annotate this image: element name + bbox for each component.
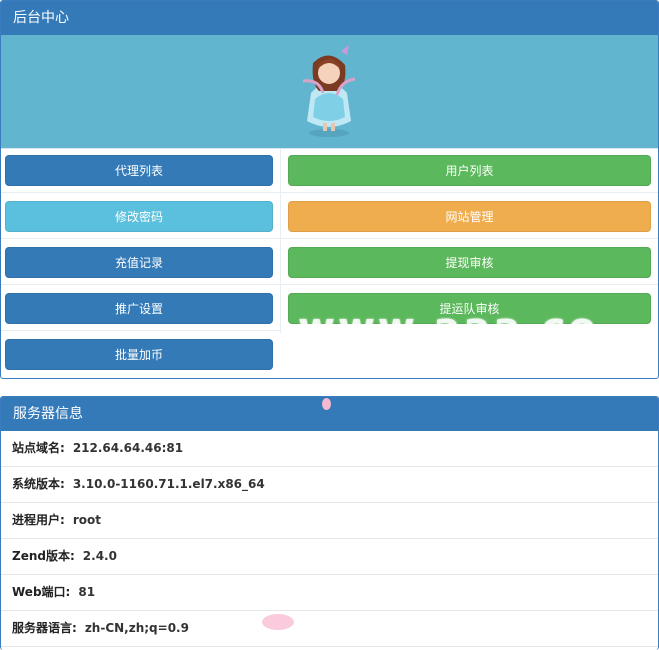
site-management-button[interactable]: 网站管理: [288, 201, 651, 232]
info-key: 系统版本:: [12, 477, 65, 491]
row-divider: [1, 330, 280, 331]
change-password-button[interactable]: 修改密码: [5, 201, 273, 232]
user-list-button[interactable]: 用户列表: [288, 155, 651, 186]
agent-list-button[interactable]: 代理列表: [5, 155, 273, 186]
info-value: 2.4.0: [82, 549, 117, 563]
info-value: zh-CN,zh;q=0.9: [84, 621, 189, 635]
info-row-os-version: 系统版本: 3.10.0-1160.71.1.el7.x86_64: [1, 467, 658, 503]
info-key: Web端口:: [12, 585, 71, 599]
info-row-web-port: Web端口: 81: [1, 575, 658, 611]
server-info-heading: 服务器信息: [1, 397, 658, 431]
withdraw-queue-review-button[interactable]: 提运队审核: [288, 293, 651, 324]
info-row-domain: 站点域名: 212.64.64.46:81: [1, 431, 658, 467]
info-value: 81: [78, 585, 96, 599]
server-info-panel: 服务器信息 站点域名: 212.64.64.46:81 系统版本: 3.10.0-1…: [0, 396, 659, 650]
avatar-banner: [1, 35, 658, 149]
row-divider: [1, 238, 658, 239]
info-row-process-user: 进程用户: root: [1, 503, 658, 539]
info-key: 服务器语言:: [12, 621, 77, 635]
row-divider: [1, 192, 658, 193]
info-row-server-language: 服务器语言: zh-CN,zh;q=0.9: [1, 611, 658, 647]
recharge-records-button[interactable]: 充值记录: [5, 247, 273, 278]
row-divider: [1, 284, 658, 285]
info-value: 212.64.64.46:81: [72, 441, 184, 455]
character-avatar-icon: [302, 45, 356, 137]
info-key: 站点域名:: [12, 441, 65, 455]
withdraw-review-button[interactable]: 提现审核: [288, 247, 651, 278]
info-key: 进程用户:: [12, 513, 65, 527]
info-value: root: [72, 513, 101, 527]
admin-center-heading: 后台中心: [1, 1, 658, 35]
info-row-zend-version: Zend版本: 2.4.0: [1, 539, 658, 575]
info-value: 3.10.0-1160.71.1.el7.x86_64: [72, 477, 265, 491]
column-divider: [280, 149, 281, 333]
info-key: Zend版本:: [12, 549, 75, 563]
admin-center-panel: 后台中心 代理列表 用户列表 修改密码 网站管理 充值记录 提现审核 推广设置 …: [0, 0, 659, 379]
promotion-settings-button[interactable]: 推广设置: [5, 293, 273, 324]
batch-add-coins-button[interactable]: 批量加币: [5, 339, 273, 370]
